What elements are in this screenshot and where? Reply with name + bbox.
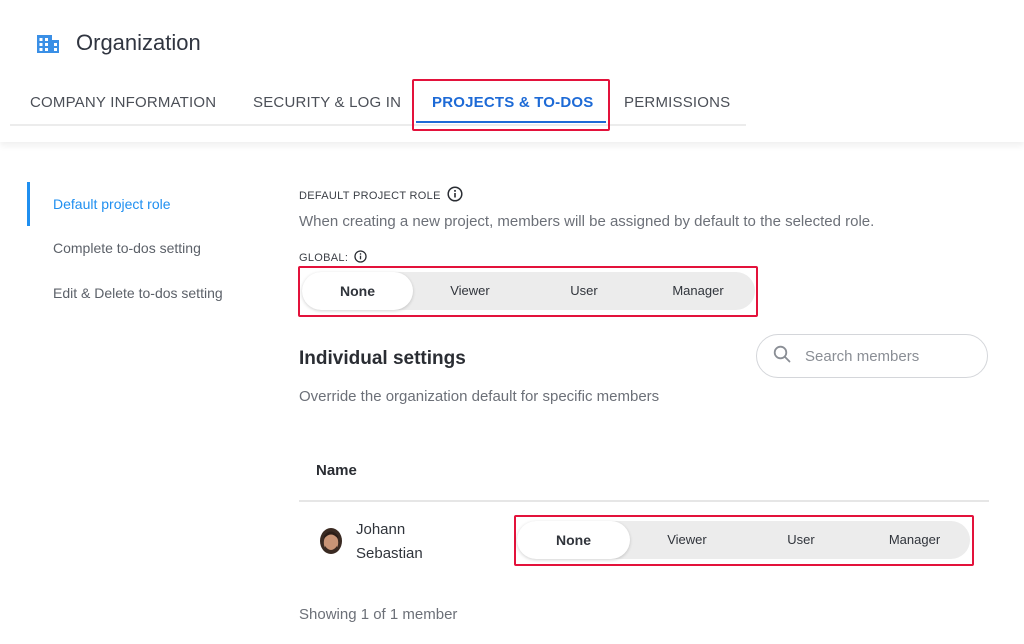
member-count-text: Showing 1 of 1 member <box>299 606 458 623</box>
individual-settings-title: Individual settings <box>299 348 466 369</box>
global-role-manager[interactable]: Manager <box>642 272 754 310</box>
tab-permissions[interactable]: PERMISSIONS <box>624 94 730 111</box>
search-members-field[interactable] <box>756 334 988 378</box>
member-role-selector: None Viewer User Manager <box>517 521 970 559</box>
sidebar-active-indicator <box>27 182 30 226</box>
table-divider <box>299 500 989 502</box>
member-name: Johann Sebastian <box>356 521 423 562</box>
tab-highlight-box <box>412 79 610 131</box>
member-role-none[interactable]: None <box>517 521 630 559</box>
global-label: GLOBAL: <box>299 250 367 266</box>
tab-bar: COMPANY INFORMATION SECURITY & LOG IN PR… <box>10 80 746 126</box>
global-role-selector: None Viewer User Manager <box>302 272 755 310</box>
info-icon[interactable] <box>354 250 367 266</box>
global-label-text: GLOBAL: <box>299 252 349 264</box>
member-role-viewer[interactable]: Viewer <box>631 521 743 559</box>
tab-security-login[interactable]: SECURITY & LOG IN <box>253 94 401 111</box>
sidebar-item-default-project-role[interactable]: Default project role <box>53 196 171 212</box>
search-members-input[interactable] <box>803 346 977 366</box>
member-role-user[interactable]: User <box>745 521 857 559</box>
search-icon <box>773 345 791 368</box>
individual-settings-description: Override the organization default for sp… <box>299 388 660 405</box>
global-role-user[interactable]: User <box>528 272 640 310</box>
global-role-none[interactable]: None <box>302 272 413 310</box>
default-project-role-label: DEFAULT PROJECT ROLE <box>299 186 463 205</box>
title-row: Organization <box>36 30 201 56</box>
sidebar-item-edit-delete-todos-setting[interactable]: Edit & Delete to-dos setting <box>53 285 223 301</box>
building-icon <box>36 31 60 55</box>
tab-company-information[interactable]: COMPANY INFORMATION <box>30 94 216 111</box>
page-title: Organization <box>76 30 201 55</box>
sidebar-item-complete-todos-setting[interactable]: Complete to-dos setting <box>53 240 201 256</box>
avatar <box>318 527 344 555</box>
global-role-viewer[interactable]: Viewer <box>414 272 526 310</box>
default-role-description: When creating a new project, members wil… <box>299 213 875 230</box>
table-header-name: Name <box>316 462 357 479</box>
info-icon[interactable] <box>447 186 463 205</box>
default-project-role-text: DEFAULT PROJECT ROLE <box>299 189 441 202</box>
member-role-manager[interactable]: Manager <box>859 521 970 559</box>
